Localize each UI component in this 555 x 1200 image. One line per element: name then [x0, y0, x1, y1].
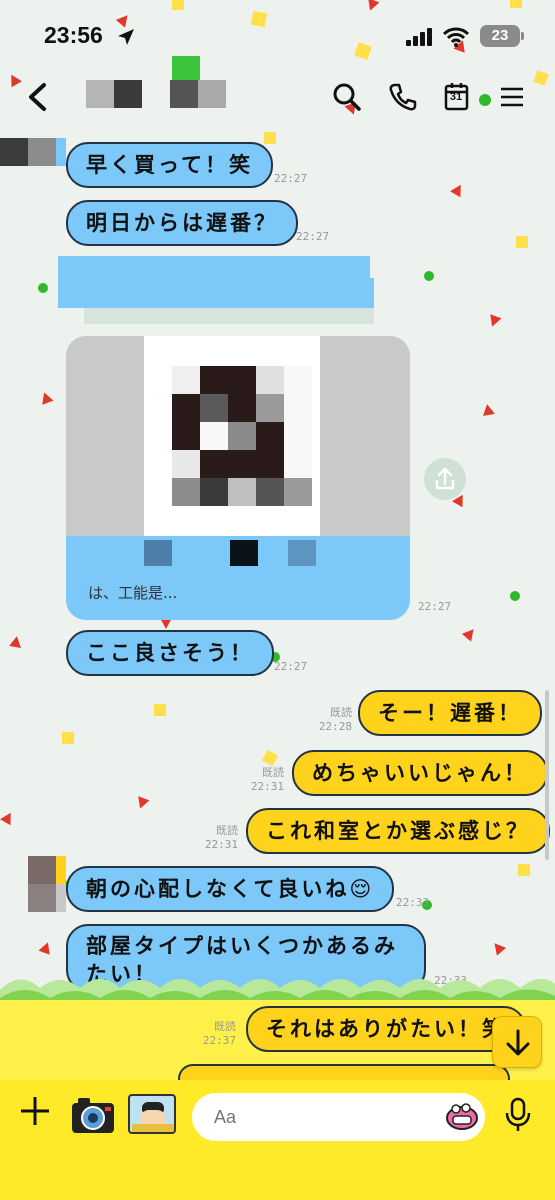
- mic-icon[interactable]: [504, 1097, 532, 1133]
- message-text: これ和室とか選ぶ感じ？: [266, 819, 530, 843]
- confetti: [264, 132, 276, 144]
- chat-screen: 23:56 23 31 早く買って！笑 22:27 明日からは遅番？ 22:27…: [0, 0, 555, 1200]
- confetti: [486, 314, 502, 329]
- image-mosaic: [172, 366, 312, 506]
- message-time: 22:33: [396, 896, 430, 909]
- message-time: 22:27: [418, 600, 452, 613]
- image-caption-mosaic: [288, 540, 316, 566]
- confetti: [38, 390, 54, 405]
- message-bubble[interactable]: 早く買って！笑: [66, 142, 273, 188]
- message-text: 明日からは遅番？: [86, 211, 278, 235]
- menu-icon[interactable]: [498, 82, 528, 112]
- read-receipt: 既読: [330, 706, 352, 719]
- message-text: それはありがたい！笑: [266, 1017, 506, 1041]
- confetti: [154, 704, 166, 716]
- share-button[interactable]: [424, 458, 466, 500]
- status-bar: 23:56 23: [0, 22, 555, 54]
- image-message[interactable]: は、工能是...: [66, 336, 410, 620]
- calendar-day: 31: [449, 91, 463, 103]
- message-bubble[interactable]: 明日からは遅番？: [66, 200, 298, 246]
- message-bubble[interactable]: めちゃいいじゃん！: [292, 750, 548, 796]
- message-time: 22:31: [204, 838, 238, 851]
- new-indicator-dot: [479, 94, 491, 106]
- battery-level: 23: [491, 27, 509, 44]
- search-icon[interactable]: [332, 82, 362, 112]
- battery-icon: 23: [480, 25, 520, 47]
- confetti: [0, 809, 16, 826]
- confetti: [450, 181, 466, 198]
- camera-icon[interactable]: [70, 1093, 116, 1135]
- contact-name-mosaic[interactable]: [86, 80, 310, 108]
- wifi-icon: [443, 27, 469, 47]
- avatar[interactable]: [0, 138, 66, 166]
- confetti: [481, 403, 495, 416]
- message-time: 22:27: [274, 172, 308, 185]
- scroll-down-button[interactable]: [492, 1016, 542, 1068]
- message-time: 22:27: [274, 660, 308, 673]
- message-text: 早く買って！笑: [86, 153, 253, 177]
- message-bubble[interactable]: そー！遅番！: [358, 690, 542, 736]
- confetti: [62, 732, 74, 744]
- status-time: 23:56: [44, 22, 103, 48]
- image-caption-mosaic: [144, 540, 172, 566]
- chat-header: 31: [0, 56, 555, 124]
- message-bubble[interactable]: これ和室とか選ぶ感じ？: [246, 808, 550, 854]
- confetti: [489, 939, 507, 956]
- signal-icon: [406, 28, 432, 46]
- plus-icon[interactable]: [18, 1094, 52, 1128]
- share-icon: [435, 467, 455, 490]
- message-text: めちゃいいじゃん！: [312, 761, 528, 785]
- message-time: 22:37: [202, 1034, 236, 1047]
- read-receipt: 既読: [262, 766, 284, 779]
- confetti: [261, 749, 279, 767]
- confetti: [38, 283, 48, 293]
- confetti: [9, 635, 23, 648]
- confetti: [424, 271, 434, 281]
- message-input[interactable]: [192, 1093, 485, 1141]
- confetti: [172, 0, 184, 10]
- confetti: [134, 796, 150, 811]
- battery-tip: [521, 32, 524, 40]
- confetti: [364, 0, 380, 13]
- message-bubble[interactable]: それはありがたい！笑: [246, 1006, 526, 1052]
- confetti: [510, 0, 522, 8]
- image-caption-mosaic: [230, 540, 258, 566]
- phone-icon[interactable]: [388, 82, 418, 112]
- message-time: 22:27: [296, 230, 330, 243]
- message-text: 朝の心配しなくて良いね😌: [86, 877, 375, 901]
- message-time: 22:28: [318, 720, 352, 733]
- message-text: ここ良さそう！: [86, 641, 254, 665]
- emoji-icon[interactable]: [446, 1101, 478, 1131]
- message-bubble[interactable]: 朝の心配しなくて良いね😌: [66, 866, 395, 912]
- confetti: [461, 625, 479, 642]
- message-bubble[interactable]: ここ良さそう！: [66, 630, 274, 676]
- confetti: [38, 940, 54, 955]
- blurred-link-preview[interactable]: [58, 256, 374, 326]
- read-receipt: 既読: [214, 1020, 236, 1033]
- contact-status-mosaic: [172, 56, 200, 80]
- avatar[interactable]: [28, 856, 66, 912]
- confetti: [510, 591, 520, 601]
- photo-icon[interactable]: [128, 1094, 176, 1134]
- message-time: 22:31: [250, 780, 284, 793]
- location-arrow-icon: [118, 29, 134, 45]
- scrollbar[interactable]: [545, 690, 549, 860]
- confetti: [518, 864, 530, 876]
- confetti: [516, 236, 528, 248]
- back-icon[interactable]: [24, 82, 52, 112]
- message-text: そー！遅番！: [378, 701, 522, 725]
- image-caption: は、工能是...: [88, 584, 178, 602]
- read-receipt: 既読: [216, 824, 238, 837]
- arrow-down-icon: [506, 1029, 530, 1056]
- calendar-icon[interactable]: 31: [444, 82, 474, 112]
